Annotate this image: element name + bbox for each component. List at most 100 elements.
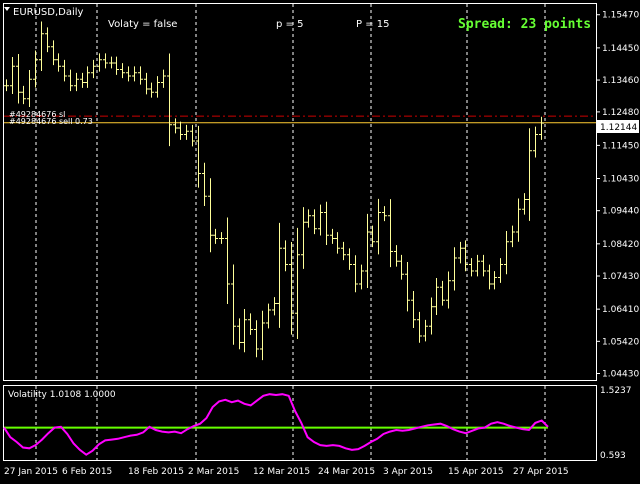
spread-label: Spread: 23 points [458,17,591,32]
ohlc-bar [190,124,195,147]
x-tick-label: 18 Feb 2015 [128,467,184,477]
ohlc-bar [341,241,346,261]
indicator-y-tick-label: 1.5237 [600,386,632,396]
ohlc-bar [498,258,503,283]
chart-title: EURUSD,Daily [13,7,84,18]
x-tick-label: 2 Mar 2015 [188,467,239,477]
ohlc-bar [161,69,166,88]
x-tick-label: 3 Apr 2015 [383,467,433,477]
ohlc-bar [405,262,410,312]
ohlc-bar [306,209,311,228]
ohlc-bar [39,21,44,71]
ohlc-bar [272,297,277,316]
ohlc-bar [114,56,119,75]
x-tick-label: 27 Jan 2015 [4,467,58,477]
ohlc-bar [27,69,32,108]
ohlc-bar [21,85,26,105]
ohlc-bar [184,124,189,140]
y-tick-label: 1.14450 [602,44,639,54]
ohlc-bar [399,254,404,280]
ohlc-bar [324,201,329,245]
indicator-y-tick-label: 0.593 [600,451,626,461]
ohlc-bar [173,118,178,134]
ohlc-bar [266,303,271,329]
main-panel-frame [3,3,597,381]
ohlc-bar [382,206,387,222]
y-tick-label: 1.09440 [602,207,639,217]
ohlc-bar [120,63,125,79]
y-tick-label: 1.07430 [602,272,639,282]
ohlc-bar [10,56,15,95]
ohlc-bar [365,213,370,289]
ohlc-bar [126,66,131,82]
ohlc-bar [492,271,497,290]
ohlc-bar [475,254,480,277]
ohlc-bar [277,222,282,328]
ohlc-bar [149,82,154,98]
ohlc-bar [97,53,102,72]
y-tick-label: 1.13460 [602,76,639,86]
indicator-lines [3,393,549,456]
volatility-line [3,393,549,456]
ohlc-bar [510,225,515,248]
ohlc-bar [202,162,207,206]
ohlc-bar [242,308,247,353]
collapse-arrow-icon[interactable] [4,7,10,11]
ohlc-bar [417,311,422,343]
ohlc-bar [458,241,463,264]
ohlc-bar [487,264,492,290]
ohlc-bar [225,217,230,304]
ohlc-bar [347,248,352,270]
ohlc-bar [144,72,149,95]
indicator-title: Volatility 1.0108 1.0000 [8,390,116,400]
p-label: p = 5 [276,19,303,30]
y-tick-label: 1.08420 [602,240,639,250]
ohlc-bar [533,126,538,158]
ohlc-bar [376,198,381,255]
ohlc-bar [62,59,67,82]
x-tick-label: 24 Mar 2015 [318,467,375,477]
ohlc-bar [446,271,451,309]
ohlc-bar [74,72,79,92]
y-tick-label: 1.15470 [602,11,639,21]
ohlc-bar [469,258,474,277]
ohlc-bar [85,66,90,88]
ohlc-bar [178,121,183,140]
ohlc-bar [353,255,358,293]
ohlc-bar [283,240,288,272]
ohlc-bar [335,232,340,254]
ohlc-bar [423,319,428,342]
ohlc-bar [254,320,259,358]
indicator-y-axis: 1.5237 0.593 [600,386,632,461]
ohlc-bar [539,116,544,140]
x-axis: 27 Jan 2015 6 Feb 2015 18 Feb 2015 2 Mar 20… [4,467,569,477]
ohlc-bar [103,53,108,69]
y-tick-label: 1.06410 [602,305,639,315]
chart-svg: 1.15470 1.14450 1.13460 1.12480 1.11450 1.104… [3,3,639,477]
ohlc-bar [80,72,85,88]
ohlc-bar [301,207,306,269]
y-tick-label: 1.11450 [602,141,639,151]
x-tick-label: 6 Feb 2015 [62,467,112,477]
ohlc-bar [504,230,509,275]
ohlc-bar [4,79,9,92]
x-tick-label: 15 Apr 2015 [448,467,504,477]
ohlc-bar [330,228,335,244]
ohlc-bar [318,204,323,236]
x-tick-label: 12 Mar 2015 [253,467,310,477]
ohlc-bar [522,193,527,215]
ohlc-bar [196,125,201,188]
ohlc-bar [295,227,300,340]
y-tick-label: 1.10430 [602,175,639,185]
ohlc-bar [208,178,213,253]
ohlc-bar [411,290,416,329]
ohlc-bar [51,40,56,66]
x-tick-label: 27 Apr 2015 [513,467,569,477]
ohlc-bar [219,232,224,244]
P-label: P = 15 [356,19,390,30]
y-tick-label: 1.05420 [602,337,639,347]
ohlc-bar [109,56,114,69]
ohlc-bar [155,76,160,98]
ohlc-bar [440,280,445,306]
ohlc-bar [527,128,532,221]
